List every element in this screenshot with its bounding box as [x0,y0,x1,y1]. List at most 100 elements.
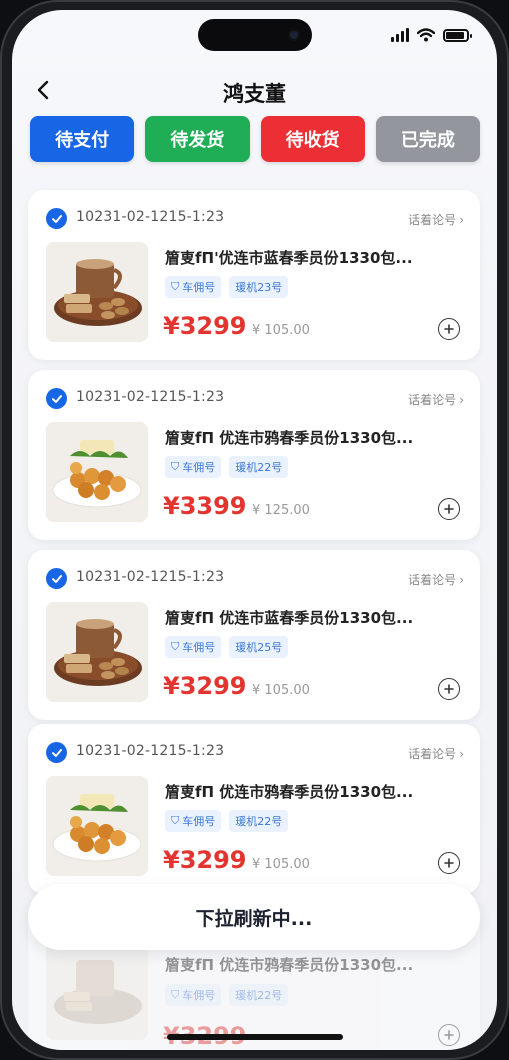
product-tags: ⛉ 车佣号 瑗机22号 [165,456,289,478]
order-id: 10231-02-1215-1:23 [76,743,225,759]
order-detail-link[interactable]: 话着论号 › [408,571,464,588]
price: ¥3399 [163,492,247,520]
order-id: 10231-02-1215-1:23 [76,569,225,585]
tab-pending-receipt[interactable]: 待收货 [260,116,365,162]
tag: ⛉ 车佣号 [165,810,222,832]
tag: ⛉ 车佣号 [165,984,222,1006]
original-price: ¥ 105.00 [252,857,310,872]
tab-label: 待支付 [55,130,110,151]
order-card[interactable]: 10231-02-1215-1:23 话着论号 › [28,370,480,540]
price: ¥3299 [163,846,247,874]
tag-text: 车佣号 [182,815,216,828]
tea-biscuits-icon [54,259,142,326]
detail-label: 话着论号 [408,573,457,587]
signal-icon [391,28,409,42]
tag: 瑗机22号 [229,456,289,478]
sandwich-buns-icon [52,794,142,862]
page-title: 鸿支董 [223,82,286,106]
tag-text: 瑗机25号 [235,641,283,654]
tag: 瑗机25号 [229,636,289,658]
refresh-label: 下拉刷新中... [195,907,313,930]
tea-biscuits-icon [54,960,142,1024]
tag-text: 瑗机22号 [235,461,283,474]
product-image [46,940,148,1040]
add-circle-icon[interactable] [438,498,460,520]
price: ¥3299 [163,312,247,340]
tab-label: 待收货 [285,130,340,151]
checkbox-checked-icon[interactable] [46,568,67,589]
order-id: 10231-02-1215-1:23 [76,389,225,405]
tag: ⛉ 车佣号 [165,276,222,298]
product-name: 篃叓fΠ 优连市鸦春季员份1330包... [165,429,414,447]
chevron-right-icon: › [459,392,464,407]
tab-pending-payment[interactable]: 待支付 [30,116,135,162]
order-card[interactable]: 10231-02-1215-1:23 话着论号 › [28,724,480,894]
detail-label: 话着论号 [408,393,457,407]
tag-text: 瑗机22号 [235,815,283,828]
tag-text: 车佣号 [182,461,216,474]
order-detail-link[interactable]: 话着论号 › [408,391,464,408]
tab-pending-shipment[interactable]: 待发货 [145,116,250,162]
sandwich-buns-icon [52,440,142,508]
checkbox-checked-icon[interactable] [46,208,67,229]
wifi-icon [417,28,435,42]
tag: ⛉ 车佣号 [165,636,222,658]
chevron-right-icon: › [459,212,464,227]
detail-label: 话着论号 [408,747,457,761]
add-circle-icon[interactable] [438,852,460,874]
product-name: 篃叓fΠ 优连市鸦春季员份1330包... [165,956,414,974]
battery-icon [443,28,472,42]
checkbox-checked-icon[interactable] [46,388,67,409]
tag: 瑗机22号 [229,984,289,1006]
tag: ⛉ 车佣号 [165,456,222,478]
tab-label: 已完成 [400,130,455,151]
product-name: 篃叓fΠ 优连市蓝春季员份1330包... [165,609,414,627]
product-image [46,602,148,702]
product-tags: ⛉ 车佣号 瑗机23号 [165,276,289,298]
tag: 瑗机23号 [229,276,289,298]
order-id: 10231-02-1215-1:23 [76,209,225,225]
camera-icon [288,29,300,41]
product-image [46,776,148,876]
add-circle-icon[interactable] [438,1024,460,1046]
tag-text: 车佣号 [182,989,216,1002]
order-status-tabs: 待支付 待发货 待收货 已完成 [30,116,480,162]
tag-text: 车佣号 [182,641,216,654]
tea-biscuits-icon [54,619,142,686]
shield-icon: ⛉ [171,814,180,827]
tag: 瑗机22号 [229,810,289,832]
shield-icon: ⛉ [171,640,180,653]
add-circle-icon[interactable] [438,318,460,340]
tab-label: 待发货 [170,130,225,151]
add-circle-icon[interactable] [438,678,460,700]
original-price: ¥ 105.00 [252,323,310,338]
product-tags: ⛉ 车佣号 瑗机25号 [165,636,289,658]
detail-label: 话着论号 [408,213,457,227]
product-image [46,242,148,342]
screen: 鸿支董 待支付 待发货 待收货 已完成 10231-02-1215-1:23 话… [12,10,497,1050]
original-price: ¥ 125.00 [252,503,310,518]
product-name: 篃叓fΠ'优连市蓝春季员份1330包... [165,249,413,267]
phone-frame: 鸿支董 待支付 待发货 待收货 已完成 10231-02-1215-1:23 话… [0,0,509,1060]
order-card[interactable]: 10231-02-1215-1:23 话着论号 › [28,190,480,360]
product-tags: ⛉ 车佣号 瑗机22号 [165,984,289,1006]
tag-text: 瑗机23号 [235,281,283,294]
tab-completed[interactable]: 已完成 [375,116,480,162]
order-card[interactable]: 10231-02-1215-1:23 话着论号 › [28,550,480,720]
product-tags: ⛉ 车佣号 瑗机22号 [165,810,289,832]
order-detail-link[interactable]: 话着论号 › [408,211,464,228]
chevron-right-icon: › [459,746,464,761]
shield-icon: ⛉ [171,460,180,473]
tag-text: 车佣号 [182,281,216,294]
shield-icon: ⛉ [171,988,180,1001]
chevron-right-icon: › [459,572,464,587]
original-price: ¥ 105.00 [252,683,310,698]
dynamic-island [198,19,312,51]
product-name: 篃叓fΠ 优连市鸦春季员份1330包... [165,783,414,801]
order-detail-link[interactable]: 话着论号 › [408,745,464,762]
product-image [46,422,148,522]
home-indicator[interactable] [167,1034,343,1040]
pull-to-refresh-indicator: 下拉刷新中... [28,884,480,950]
checkbox-checked-icon[interactable] [46,742,67,763]
price: ¥3299 [163,672,247,700]
